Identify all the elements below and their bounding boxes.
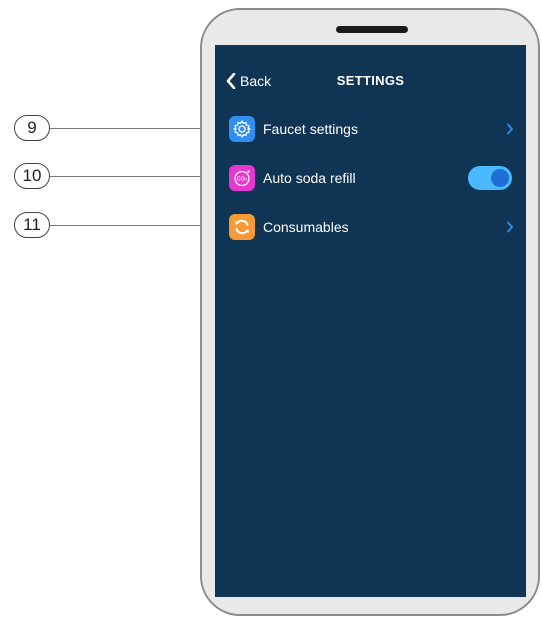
toggle-knob — [491, 169, 509, 187]
callout-11: 11 — [14, 212, 50, 238]
co2-icon: CO₂ — [229, 165, 255, 191]
consumables-row[interactable]: Consumables — [215, 211, 526, 243]
chevron-right-icon — [507, 221, 513, 233]
callout-number: 10 — [22, 166, 42, 185]
row-label: Auto soda refill — [263, 170, 356, 186]
auto-soda-refill-row: CO₂ Auto soda refill — [215, 162, 526, 194]
callout-number: 9 — [27, 118, 37, 137]
row-label: Faucet settings — [263, 121, 358, 137]
nav-header: Back SETTINGS — [215, 45, 526, 115]
phone-frame: Back SETTINGS Faucet settings CO₂ Auto s… — [200, 8, 540, 616]
callout-9: 9 — [14, 115, 50, 141]
gear-icon — [229, 116, 255, 142]
callout-10: 10 — [14, 163, 50, 189]
app-screen: Back SETTINGS Faucet settings CO₂ Auto s… — [215, 45, 526, 597]
chevron-right-icon — [507, 123, 513, 135]
auto-soda-refill-toggle[interactable] — [468, 166, 512, 190]
phone-speaker — [336, 26, 408, 33]
faucet-settings-row[interactable]: Faucet settings — [215, 113, 526, 145]
diagram-canvas: 9 10 11 Back SETTINGS Faucet settings CO… — [0, 0, 542, 618]
svg-text:CO₂: CO₂ — [237, 176, 248, 182]
refresh-icon — [229, 214, 255, 240]
row-label: Consumables — [263, 219, 349, 235]
page-title: SETTINGS — [336, 73, 405, 88]
callout-number: 11 — [23, 215, 41, 234]
